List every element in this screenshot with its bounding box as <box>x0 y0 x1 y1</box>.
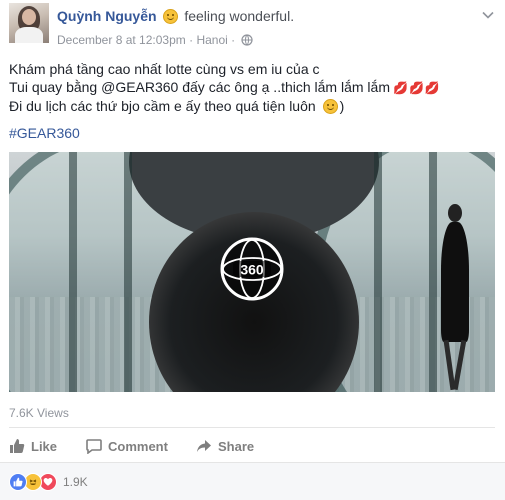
globe-icon[interactable] <box>241 34 254 46</box>
feeling-text: feeling wonderful. <box>184 8 295 24</box>
share-label: Share <box>218 438 255 454</box>
glass-pillar <box>374 152 382 392</box>
glass-pillar <box>124 152 132 392</box>
hashtag-link[interactable]: #GEAR360 <box>9 125 80 141</box>
facebook-post: Quỳnh Nguyễn feeling wonderful. December… <box>0 0 505 500</box>
comment-bubble-icon <box>86 439 102 454</box>
like-button[interactable]: Like <box>9 436 57 456</box>
share-arrow-icon <box>197 440 211 452</box>
smile-emoji-icon <box>322 99 338 114</box>
post-date[interactable]: December 8 at 12:03pm <box>57 33 186 47</box>
chevron-down-icon[interactable] <box>481 8 495 22</box>
meta-separator: · <box>189 33 194 47</box>
avatar-face <box>22 9 36 25</box>
post-text-line-3: Đi du lịch các thứ bjo cầm e ấy theo quá… <box>9 97 499 115</box>
avatar-body <box>15 27 43 43</box>
post-text: Khám phá tầng cao nhất lotte cùng vs em … <box>9 60 499 115</box>
glass-pillar <box>69 152 77 392</box>
author-avatar[interactable] <box>9 3 49 43</box>
post-text-line-2: Tui quay bằng @GEAR360 đấy các ông ạ ..t… <box>9 78 499 97</box>
post-location[interactable]: Hanoi <box>196 33 227 47</box>
post-header-line: Quỳnh Nguyễn feeling wonderful. <box>57 8 294 24</box>
meta-separator-privacy: · <box>231 33 236 47</box>
glass-pillar <box>429 152 437 392</box>
share-button[interactable]: Share <box>196 436 254 456</box>
kiss-emoji-icons: 💋💋💋 <box>393 81 441 95</box>
divider <box>9 427 495 428</box>
like-reaction-icon <box>9 473 27 491</box>
reaction-count[interactable]: 1.9K <box>63 475 88 489</box>
smile-emoji-icon <box>163 9 179 24</box>
view-count: 7.6K Views <box>9 406 69 420</box>
post-meta: December 8 at 12:03pm · Hanoi · <box>57 33 254 47</box>
post-text-line-3-content: Đi du lịch các thứ bjo cầm e ấy theo quá… <box>9 98 316 114</box>
woman-figure <box>437 204 473 392</box>
thumbs-up-icon <box>10 439 25 453</box>
comment-label: Comment <box>108 438 168 454</box>
author-name[interactable]: Quỳnh Nguyễn <box>57 8 157 24</box>
woman-head <box>448 204 462 222</box>
like-label: Like <box>31 438 58 454</box>
post-text-line-1: Khám phá tầng cao nhất lotte cùng vs em … <box>9 61 320 77</box>
closing-paren: ) <box>339 98 345 114</box>
reactions-footer: 1.9K <box>0 463 505 500</box>
comment-button[interactable]: Comment <box>86 436 168 456</box>
post-text-line-2-content: Tui quay bằng @GEAR360 đấy các ông ạ ..t… <box>9 79 390 95</box>
play-360-icon[interactable]: 360 <box>220 237 284 301</box>
video-360-player[interactable]: 360 <box>9 152 495 392</box>
woman-leg <box>452 339 467 391</box>
video-badge-label: 360 <box>240 262 264 278</box>
reactions-summary[interactable]: 1.9K <box>9 473 88 491</box>
woman-dress <box>441 222 469 342</box>
